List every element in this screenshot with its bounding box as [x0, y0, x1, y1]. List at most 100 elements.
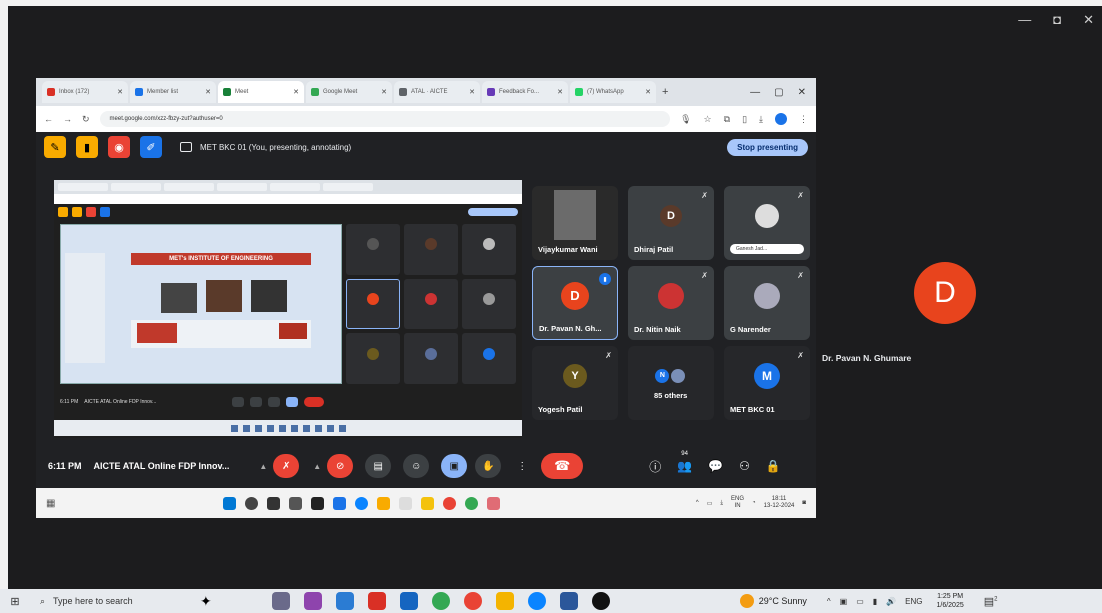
- forward-icon[interactable]: →: [63, 114, 72, 124]
- weather-widget[interactable]: 29°C Sunny: [739, 594, 807, 608]
- participant-tile[interactable]: ✗ Dr. Nitin Naik: [628, 266, 714, 340]
- url-field[interactable]: meet.google.com/xzz-fbzy-zut?authuser=0: [99, 111, 671, 127]
- copilot-app-icon[interactable]: [303, 592, 322, 610]
- language-indicator[interactable]: ENG: [905, 597, 922, 606]
- app-icon[interactable]: [333, 496, 347, 510]
- chrome-icon[interactable]: [465, 496, 479, 510]
- stop-presenting-button[interactable]: Stop presenting: [727, 138, 808, 156]
- task-view-icon[interactable]: [271, 592, 290, 610]
- app-icon[interactable]: [289, 496, 303, 510]
- tab-meet[interactable]: Meet ✕: [218, 81, 304, 103]
- close-tab-icon[interactable]: ✕: [117, 88, 123, 96]
- app-icon[interactable]: [399, 496, 413, 510]
- captions-button[interactable]: ▤: [365, 454, 392, 478]
- download-icon[interactable]: ⤓: [720, 500, 723, 507]
- maximize-icon[interactable]: ◘: [1053, 12, 1061, 28]
- acrobat-icon[interactable]: [367, 592, 386, 610]
- mic-toggle-button[interactable]: ✗: [273, 454, 300, 478]
- raise-hand-button[interactable]: ✋: [475, 454, 502, 478]
- participant-tile[interactable]: ▮ D Dr. Pavan N. Gh...: [532, 266, 618, 340]
- chevron-up-icon[interactable]: ^: [696, 500, 699, 506]
- profile-avatar[interactable]: [775, 113, 787, 125]
- app-icon[interactable]: [421, 496, 435, 510]
- close-icon[interactable]: ✕: [1083, 12, 1094, 28]
- host-controls-icon[interactable]: 🔒: [766, 459, 781, 473]
- extensions-icon[interactable]: ⧉: [724, 114, 730, 125]
- app-icon[interactable]: [487, 496, 501, 510]
- teams-icon[interactable]: [335, 592, 354, 610]
- participant-tile-others[interactable]: N 85 others: [628, 346, 714, 420]
- taskbar-clock[interactable]: 1:25 PM 1/6/2025: [936, 592, 963, 610]
- sidepanel-icon[interactable]: ▯: [742, 114, 747, 125]
- participant-tile[interactable]: ✗ Y Yogesh Patil: [532, 346, 618, 420]
- inner-language[interactable]: ENG IN: [731, 496, 744, 510]
- windows-icon[interactable]: [223, 496, 237, 510]
- edge-icon[interactable]: [355, 496, 369, 510]
- info-icon[interactable]: ⓘ: [649, 458, 661, 475]
- network-icon[interactable]: ▭: [856, 597, 864, 606]
- annotate-pen-icon[interactable]: ✎: [44, 136, 66, 158]
- copilot-icon[interactable]: ✦: [200, 593, 212, 610]
- firefox-icon[interactable]: [463, 592, 482, 610]
- present-button[interactable]: ▣: [441, 454, 468, 478]
- participant-tile[interactable]: ✗ D Dhiraj Patil: [628, 186, 714, 260]
- star-icon[interactable]: ☆: [704, 114, 712, 125]
- emoji-button[interactable]: ☺: [403, 454, 430, 478]
- windows-start-icon[interactable]: ⊞: [0, 595, 30, 608]
- wifi-icon[interactable]: ◔: [752, 500, 756, 506]
- close-tab-icon[interactable]: ✕: [381, 88, 387, 96]
- tab-feedback[interactable]: Feedback Fo... ✕: [482, 81, 568, 103]
- record-icon[interactable]: ◉: [108, 136, 130, 158]
- reload-icon[interactable]: ↻: [82, 114, 90, 125]
- firefox-icon[interactable]: [443, 496, 457, 510]
- tab-atal[interactable]: ATAL · AICTE ✕: [394, 81, 480, 103]
- participant-tile[interactable]: ✗ M MET BKC 01: [724, 346, 810, 420]
- notification-center-icon[interactable]: ▤2: [984, 595, 998, 608]
- download-icon[interactable]: ⤓: [759, 114, 763, 125]
- chrome-icon[interactable]: [431, 592, 450, 610]
- inner-clock[interactable]: 18:11 13-12-2024: [764, 496, 795, 510]
- tab-whatsapp[interactable]: (7) WhatsApp ✕: [570, 81, 656, 103]
- people-icon[interactable]: 👥 94: [677, 451, 692, 473]
- file-explorer-icon[interactable]: [495, 592, 514, 610]
- camera-toggle-button[interactable]: ⊘: [327, 454, 354, 478]
- new-tab-button[interactable]: +: [662, 86, 668, 98]
- chevron-up-icon[interactable]: ^: [827, 597, 831, 606]
- participant-tile[interactable]: ✗ Ganesh Jad...: [724, 186, 810, 260]
- volume-icon[interactable]: 🔊: [886, 597, 896, 606]
- taskbar-search[interactable]: ⌕ Type here to search: [30, 591, 220, 611]
- battery-icon[interactable]: ▮: [873, 597, 877, 606]
- search-icon[interactable]: [245, 496, 259, 510]
- app-icon[interactable]: [311, 496, 325, 510]
- widgets-icon[interactable]: ▦: [46, 498, 55, 509]
- media-player-icon[interactable]: [591, 592, 610, 610]
- menu-icon[interactable]: ⋮: [799, 114, 808, 125]
- annotate-text-icon[interactable]: ✐: [140, 136, 162, 158]
- mic-options-icon[interactable]: ▲: [259, 462, 267, 471]
- participant-tile[interactable]: Vijaykumar Wani: [532, 186, 618, 260]
- edge-icon[interactable]: [527, 592, 546, 610]
- close-tab-icon[interactable]: ✕: [557, 88, 563, 96]
- more-options-button[interactable]: ⋮: [509, 454, 535, 478]
- close-tab-icon[interactable]: ✕: [645, 88, 651, 96]
- outlook-icon[interactable]: [399, 592, 418, 610]
- back-icon[interactable]: ←: [44, 114, 53, 124]
- camera-options-icon[interactable]: ▲: [313, 462, 321, 471]
- task-view-icon[interactable]: [267, 496, 281, 510]
- close-tab-icon[interactable]: ✕: [293, 88, 299, 96]
- close-tab-icon[interactable]: ✕: [205, 88, 211, 96]
- close-tab-icon[interactable]: ✕: [469, 88, 475, 96]
- app-tray-icon[interactable]: ▣: [840, 597, 848, 606]
- tab-google-meet[interactable]: Google Meet ✕: [306, 81, 392, 103]
- end-call-button[interactable]: ☎: [541, 453, 584, 479]
- chat-icon[interactable]: 💬: [708, 459, 723, 473]
- folder-icon[interactable]: [377, 496, 391, 510]
- annotate-highlighter-icon[interactable]: ▮: [76, 136, 98, 158]
- word-icon[interactable]: [559, 592, 578, 610]
- tab-member-list[interactable]: Member list ✕: [130, 81, 216, 103]
- network-icon[interactable]: ▭: [707, 500, 713, 507]
- tab-gmail[interactable]: Inbox (172) ✕: [42, 81, 128, 103]
- minimize-icon[interactable]: —: [1018, 12, 1031, 28]
- notification-icon[interactable]: ◙: [802, 500, 806, 506]
- mic-icon[interactable]: 🎙: [680, 114, 691, 125]
